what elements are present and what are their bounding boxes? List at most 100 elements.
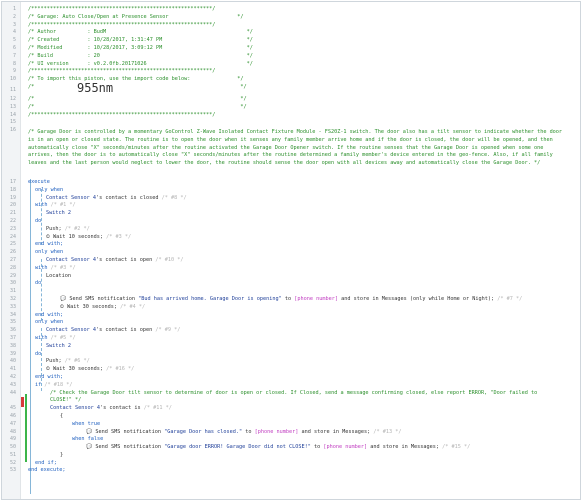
code-line: 6/* Modified : 10/28/2017, 3:09:12 PM */ bbox=[12, 44, 253, 51]
code-line: 11/* */955nm bbox=[9, 80, 247, 95]
device-contact-sensor-4[interactable]: Contact Sensor 4 bbox=[46, 257, 96, 263]
wait-command[interactable]: Wait 10 seconds; bbox=[53, 234, 103, 240]
wait-command[interactable]: Wait 30 seconds; bbox=[53, 366, 103, 372]
sms-message: "Garage door ERROR! Garage Door did not … bbox=[164, 444, 311, 451]
code-line: 14/*************************************… bbox=[9, 111, 216, 118]
do-keyword[interactable]: do bbox=[35, 218, 41, 226]
header-border: /***************************************… bbox=[28, 21, 216, 28]
import-code[interactable]: 955nm bbox=[77, 81, 113, 95]
if-keyword[interactable]: if bbox=[35, 382, 41, 388]
statement-id: /* #7 */ bbox=[497, 295, 523, 302]
location-device[interactable]: Location bbox=[46, 273, 71, 281]
chat-icon: 💬 bbox=[86, 444, 93, 451]
code-line: 12/* */ bbox=[9, 95, 247, 102]
end-with-keyword[interactable]: end with; bbox=[35, 374, 63, 382]
sms-command[interactable]: Send SMS notification bbox=[95, 429, 164, 435]
statement-id: /* #5 */ bbox=[50, 334, 76, 341]
push-command[interactable]: Push; bbox=[46, 226, 62, 232]
modified-line: /* Modified : 10/28/2017, 3:09:12 PM */ bbox=[28, 44, 253, 51]
chat-icon: 💬 bbox=[60, 295, 67, 302]
sms-message: "Bud has arrived home. Garage Door is op… bbox=[138, 295, 282, 302]
statement-id: /* #13 */ bbox=[373, 428, 402, 435]
statement-id: /* #3 */ bbox=[50, 264, 76, 271]
clock-icon: ⏲ bbox=[46, 366, 50, 373]
statement-id: /* #10 */ bbox=[155, 256, 184, 263]
brace-close: } bbox=[60, 451, 64, 458]
created-line: /* Created : 10/28/2017, 1:31:47 PM */ bbox=[28, 37, 253, 44]
condition-text: 's contact is open bbox=[95, 327, 153, 334]
statement-id: /* #11 */ bbox=[143, 405, 172, 412]
blank-comment: /* */ bbox=[28, 103, 247, 110]
if-comment: /* Check the Garage Door tilt sensor to … bbox=[50, 389, 538, 404]
build-line: /* Build : 20 */ bbox=[28, 52, 253, 59]
device-contact-sensor-4[interactable]: Contact Sensor 4 bbox=[50, 405, 100, 411]
code-line: 8/* UI version : v0.2.0fb.20171026 */ bbox=[12, 60, 253, 67]
phone-placeholder[interactable]: [phone number] bbox=[323, 444, 367, 450]
do-keyword[interactable]: do bbox=[35, 280, 41, 288]
code-line: 13/* */ bbox=[9, 103, 247, 110]
end-execute-keyword[interactable]: end execute; bbox=[28, 467, 65, 475]
statement-id: /* #9 */ bbox=[155, 327, 181, 334]
piston-title: /* Garage: Auto Close/Open at Presence S… bbox=[28, 13, 244, 20]
end-with-keyword[interactable]: end with; bbox=[35, 241, 63, 249]
author-line: /* Author : BudM */ bbox=[28, 29, 253, 36]
end-if-keyword[interactable]: end if; bbox=[35, 460, 57, 468]
store-text: and store in Messages; bbox=[298, 428, 371, 435]
brace-open: { bbox=[60, 412, 64, 419]
device-contact-sensor-4[interactable]: Contact Sensor 4 bbox=[46, 195, 96, 201]
store-text: and store in Messages bbox=[337, 295, 410, 302]
sms-command[interactable]: Send SMS notification bbox=[69, 296, 138, 302]
code-line: 2/* Garage: Auto Close/Open at Presence … bbox=[12, 13, 244, 20]
code-line: 4/* Author : BudM */ bbox=[12, 29, 253, 36]
condition-text: 's contact is closed bbox=[95, 194, 159, 201]
push-command[interactable]: Push; bbox=[46, 358, 62, 364]
statement-id: /* #3 */ bbox=[106, 233, 132, 240]
header-border: /***************************************… bbox=[28, 6, 216, 12]
do-keyword[interactable]: do bbox=[35, 351, 41, 359]
code-line: 1/**************************************… bbox=[12, 6, 216, 12]
phone-placeholder[interactable]: [phone number] bbox=[294, 296, 338, 302]
only-when-keyword[interactable]: only when bbox=[35, 319, 63, 327]
code-line: 9/**************************************… bbox=[12, 68, 216, 75]
clock-icon: ⏲ bbox=[60, 303, 64, 310]
statement-id: /* #18 */ bbox=[44, 381, 73, 388]
blank-comment: /* */ bbox=[28, 83, 247, 90]
sms-message: "Garage Door has closed." bbox=[164, 428, 243, 435]
statement-id: /* #15 */ bbox=[442, 444, 471, 451]
program-body: 17 execute 18 only when 19 Contact Sensor 4… bbox=[2, 179, 580, 475]
device-switch-2[interactable]: Switch 2 bbox=[46, 343, 71, 351]
code-line: 5/* Created : 10/28/2017, 1:31:47 PM */ bbox=[12, 37, 253, 44]
statement-id: /* #6 */ bbox=[64, 358, 90, 365]
description-comment: /* Garage Door is controlled by a moment… bbox=[28, 129, 563, 167]
end-with-keyword[interactable]: end with; bbox=[35, 312, 63, 320]
statement-id: /* #16 */ bbox=[106, 366, 135, 373]
with-keyword[interactable]: with bbox=[35, 335, 48, 341]
statement-id: /* #2 */ bbox=[64, 225, 90, 232]
import-instruction: /* To import this piston, use the import… bbox=[28, 76, 244, 83]
code-line: 7/* Build : 20 */ bbox=[12, 52, 253, 59]
to-text: to bbox=[310, 444, 324, 451]
statement-id: /* #8 */ bbox=[161, 194, 187, 201]
restriction-text: (only while Home or Night); bbox=[409, 295, 495, 302]
only-when-keyword[interactable]: only when bbox=[35, 249, 63, 257]
with-keyword[interactable]: with bbox=[35, 265, 48, 271]
when-false-keyword[interactable]: when false bbox=[72, 436, 103, 444]
only-when-keyword[interactable]: only when bbox=[35, 187, 63, 193]
device-contact-sensor-4[interactable]: Contact Sensor 4 bbox=[46, 327, 96, 333]
execute-keyword[interactable]: execute bbox=[28, 179, 50, 187]
blank-comment: /* */ bbox=[28, 95, 247, 102]
phone-placeholder[interactable]: [phone number] bbox=[255, 429, 299, 435]
ui-version-line: /* UI version : v0.2.0fb.20171026 */ bbox=[28, 60, 253, 67]
with-keyword[interactable]: with bbox=[35, 202, 48, 208]
header-border: /***************************************… bbox=[28, 111, 216, 118]
store-text: and store in Messages; bbox=[367, 444, 439, 451]
chat-icon: 💬 bbox=[86, 428, 93, 435]
condition-text: 's contact is bbox=[99, 405, 141, 412]
wait-command[interactable]: Wait 30 seconds; bbox=[67, 304, 117, 310]
piston-code-view: 1/**************************************… bbox=[1, 1, 581, 500]
to-text: to bbox=[281, 295, 295, 302]
code-line: 15 bbox=[9, 119, 16, 126]
when-true-keyword[interactable]: when true bbox=[72, 421, 100, 429]
device-switch-2[interactable]: Switch 2 bbox=[46, 210, 71, 218]
sms-command[interactable]: Send SMS notification bbox=[95, 444, 164, 450]
